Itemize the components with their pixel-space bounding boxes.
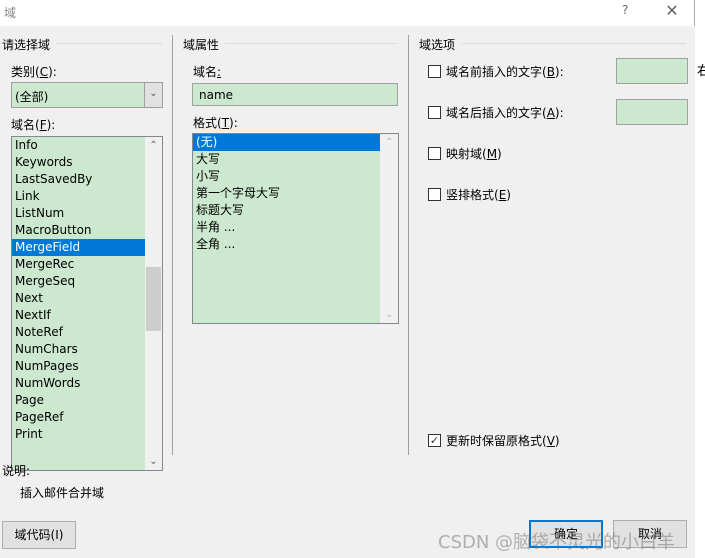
field-name-item[interactable]: Link <box>12 188 145 205</box>
field-name-item[interactable]: NumWords <box>12 375 145 392</box>
option-label: 映射域(M) <box>446 147 502 161</box>
category-label: 类别(C): <box>11 65 57 79</box>
field-name-item[interactable]: MergeSeq <box>12 273 145 290</box>
close-icon: ✕ <box>665 1 679 20</box>
group-divider <box>460 43 686 44</box>
scroll-down-icon[interactable]: ⌄ <box>381 306 398 323</box>
field-name-item[interactable]: NoteRef <box>12 324 145 341</box>
scroll-down-icon[interactable]: ⌄ <box>145 453 162 470</box>
scroll-up-icon[interactable]: ⌃ <box>145 137 162 154</box>
field-name-item[interactable]: LastSavedBy <box>12 171 145 188</box>
field-dialog: 请选择域 类别(C): (全部) ⌄ 域名(F): Info Keywords La… <box>0 26 695 558</box>
field-name-item[interactable]: Next <box>12 290 145 307</box>
close-button[interactable]: ✕ <box>660 0 684 22</box>
category-dropdown[interactable]: (全部) ⌄ <box>11 82 163 108</box>
format-label: 格式(T): <box>193 116 238 130</box>
name-label: 域名: <box>193 65 222 79</box>
format-item[interactable]: 全角 ... <box>193 236 380 253</box>
chevron-down-icon[interactable]: ⌄ <box>144 83 162 107</box>
field-name-input[interactable]: name <box>192 83 398 106</box>
option-text-input[interactable] <box>616 58 688 84</box>
description-text: 插入邮件合并域 <box>20 486 105 500</box>
description-label: 说明: <box>2 464 31 478</box>
field-name-item[interactable]: ListNum <box>12 205 145 222</box>
background-text: 右 <box>697 64 705 79</box>
scroll-thumb[interactable] <box>146 266 161 331</box>
window-title: 域 <box>4 6 17 20</box>
checkbox-icon[interactable]: ✓ <box>428 434 441 447</box>
field-name-item[interactable]: Info <box>12 137 145 154</box>
field-name-item[interactable]: PageRef <box>12 409 145 426</box>
group-title-select-field: 请选择域 <box>2 36 57 53</box>
vertical-divider <box>172 35 173 455</box>
title-bar: 域 ? ✕ <box>0 0 695 26</box>
option-checkbox[interactable]: 竖排格式(E) <box>428 186 511 203</box>
format-item[interactable]: 小写 <box>193 168 380 185</box>
group-title-field-options: 域选项 <box>419 36 462 53</box>
field-name-item[interactable]: Page <box>12 392 145 409</box>
help-button[interactable]: ? <box>622 3 628 17</box>
category-value: (全部) <box>15 90 49 104</box>
scroll-up-icon[interactable]: ⌃ <box>381 134 398 151</box>
field-name-item[interactable]: NextIf <box>12 307 145 324</box>
field-name-item[interactable]: MacroButton <box>12 222 145 239</box>
field-name-item[interactable]: NumChars <box>12 341 145 358</box>
option-checkbox[interactable]: 域名前插入的文字(B): <box>428 63 564 80</box>
format-item[interactable]: 大写 <box>193 151 380 168</box>
field-name-item[interactable]: Print <box>12 426 145 443</box>
field-name-item[interactable]: Keywords <box>12 154 145 171</box>
checkbox-icon[interactable] <box>428 147 441 160</box>
option-label: 竖排格式(E) <box>446 188 511 202</box>
format-item[interactable]: (无) <box>193 134 380 151</box>
option-text-input[interactable] <box>616 99 688 125</box>
ok-button[interactable]: 确定 <box>529 520 603 548</box>
option-label: 域名前插入的文字(B): <box>446 65 564 79</box>
group-title-field-properties: 域属性 <box>183 36 226 53</box>
option-checkbox[interactable]: 映射域(M) <box>428 145 502 162</box>
field-names-label: 域名(F): <box>11 118 56 132</box>
format-list-scrollbar[interactable]: ⌃ ⌄ <box>381 134 398 323</box>
field-name-item[interactable]: MergeRec <box>12 256 145 273</box>
field-codes-button[interactable]: 域代码(I) <box>2 521 76 549</box>
field-name-item[interactable]: MergeField <box>12 239 145 256</box>
option-label: 域名后插入的文字(A): <box>446 106 564 120</box>
preserve-formatting-label: 更新时保留原格式(V) <box>446 434 560 448</box>
preserve-formatting-checkbox[interactable]: ✓ 更新时保留原格式(V) <box>428 432 560 449</box>
field-name-item[interactable]: NumPages <box>12 358 145 375</box>
checkbox-icon[interactable] <box>428 65 441 78</box>
checkbox-icon[interactable] <box>428 106 441 119</box>
option-checkbox[interactable]: 域名后插入的文字(A): <box>428 104 564 121</box>
format-list[interactable]: (无) 大写 小写 第一个字母大写 标题大写 半角 ... 全角 ... ⌃ ⌄ <box>192 133 399 324</box>
format-item[interactable]: 半角 ... <box>193 219 380 236</box>
checkbox-icon[interactable] <box>428 188 441 201</box>
field-names-list[interactable]: Info Keywords LastSavedBy Link ListNum MacroB… <box>11 136 163 471</box>
field-list-scrollbar[interactable]: ⌃ ⌄ <box>145 137 162 470</box>
format-item[interactable]: 第一个字母大写 <box>193 185 380 202</box>
vertical-divider <box>408 35 409 455</box>
cancel-button[interactable]: 取消 <box>613 520 687 548</box>
format-item[interactable]: 标题大写 <box>193 202 380 219</box>
